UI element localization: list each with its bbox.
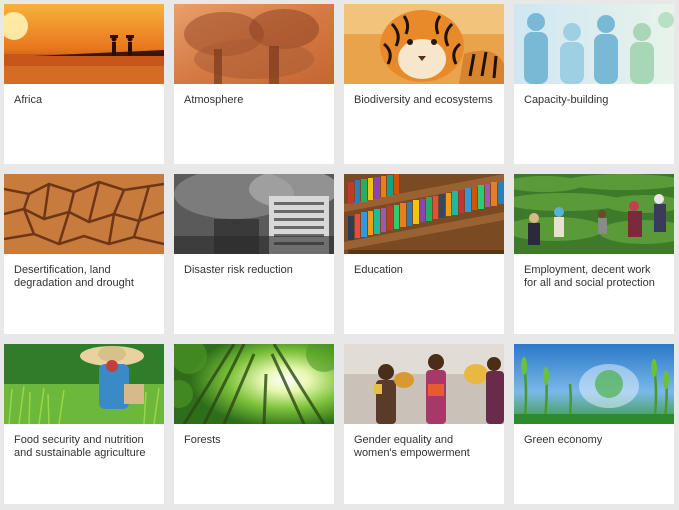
forests-image [174,344,334,424]
capacity-building-image [514,4,674,84]
topic-label-education: Education [354,264,403,276]
biodiversity-image [344,4,504,84]
topic-label-forests: Forests [184,434,221,446]
topic-grid: Africa Atmosphere Biodiversity and ecosy… [4,4,674,504]
topic-label-employment: Employment, decent work for all and soci… [524,264,655,289]
topic-label-disaster: Disaster risk reduction [184,264,293,276]
desertification-image [4,174,164,254]
food-security-image [4,344,164,424]
topic-card-education[interactable]: Education [344,174,504,334]
education-image [344,174,504,254]
topic-card-gender[interactable]: Gender equality and women's empowerment [344,344,504,504]
topic-card-food[interactable]: Food security and nutrition and sustaina… [4,344,164,504]
topic-card-disaster[interactable]: Disaster risk reduction [174,174,334,334]
topic-card-green[interactable]: Green economy [514,344,674,504]
topic-card-employment[interactable]: Employment, decent work for all and soci… [514,174,674,334]
disaster-risk-image [174,174,334,254]
topic-card-capacity[interactable]: Capacity-building [514,4,674,164]
gender-equality-image [344,344,504,424]
topic-label-green: Green economy [524,434,603,446]
atmosphere-image [174,4,334,84]
green-economy-image [514,344,674,424]
africa-image [4,4,164,84]
topic-label-gender: Gender equality and women's empowerment [354,434,470,459]
topic-card-desertification[interactable]: Desertification, land degradation and dr… [4,174,164,334]
topic-label-africa: Africa [14,94,43,106]
topic-card-forests[interactable]: Forests [174,344,334,504]
topic-card-biodiversity[interactable]: Biodiversity and ecosystems [344,4,504,164]
topic-label-desertification: Desertification, land degradation and dr… [14,264,134,289]
topic-label-biodiversity: Biodiversity and ecosystems [354,94,493,106]
topic-label-capacity: Capacity-building [524,94,609,106]
topic-card-africa[interactable]: Africa [4,4,164,164]
topic-label-food: Food security and nutrition and sustaina… [14,434,146,459]
employment-image [514,174,674,254]
topic-label-atmosphere: Atmosphere [184,94,244,106]
topic-card-atmosphere[interactable]: Atmosphere [174,4,334,164]
